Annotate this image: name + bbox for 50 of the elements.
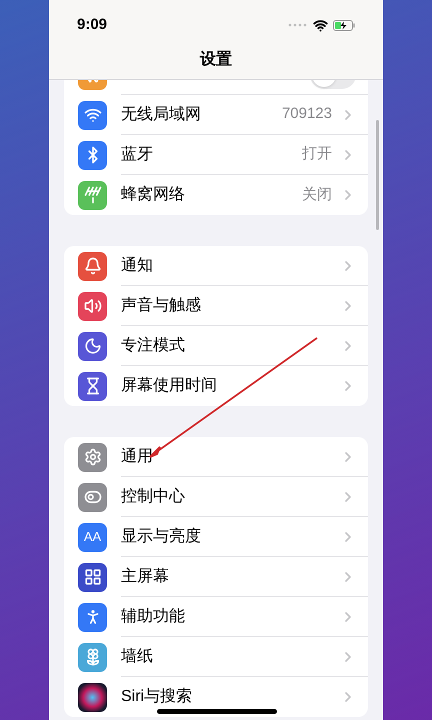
row-label: 屏幕使用时间 xyxy=(121,376,217,396)
settings-row[interactable]: 主屏幕 xyxy=(64,557,368,597)
row-label: 墙纸 xyxy=(121,646,153,666)
row-label: 显示与亮度 xyxy=(121,526,201,546)
settings-row[interactable]: 屏幕使用时间 xyxy=(64,366,368,406)
wifi-icon xyxy=(313,18,328,32)
bluetooth-icon xyxy=(78,140,107,170)
bell-icon xyxy=(78,252,107,280)
row-label: 辅助功能 xyxy=(121,606,185,626)
wifi-icon xyxy=(78,100,107,130)
settings-row[interactable]: AA 显示与亮度 xyxy=(64,517,368,557)
settings-row[interactable]: 声音与触感 xyxy=(64,286,368,326)
row-value: 打开 xyxy=(302,144,332,164)
settings-row[interactable]: 无线局域网 709123 xyxy=(64,95,368,135)
row-label: 主屏幕 xyxy=(121,566,169,586)
moon-icon xyxy=(78,332,107,360)
row-label: 蜂窝网络 xyxy=(121,184,185,205)
grid-icon xyxy=(78,562,107,592)
accessibility-icon xyxy=(78,602,107,632)
flower-icon xyxy=(78,642,107,672)
row-label: 通知 xyxy=(121,256,153,276)
hourglass-icon xyxy=(78,372,107,400)
settings-row[interactable]: 控制中心 xyxy=(64,477,368,517)
speaker-icon xyxy=(78,292,107,320)
status-time: 9:09 xyxy=(77,14,108,35)
settings-row[interactable]: Siri与搜索 xyxy=(64,677,368,717)
battery-icon xyxy=(333,20,355,30)
settings-row[interactable]: 墙纸 xyxy=(64,637,368,677)
settings-row[interactable]: 通用 xyxy=(64,437,368,477)
switches-icon xyxy=(78,482,107,512)
settings-icon xyxy=(78,442,107,472)
settings-row[interactable]: 专注模式 xyxy=(64,326,368,366)
row-label: 专注模式 xyxy=(121,336,185,356)
row-label: 无线局域网 xyxy=(121,104,201,124)
settings-row[interactable]: 蓝牙 打开 xyxy=(64,135,368,175)
row-label: Siri与搜索 xyxy=(121,686,192,707)
row-value: 709123 xyxy=(282,104,332,124)
row-label: 通用 xyxy=(121,446,153,466)
settings-row[interactable]: 辅助功能 xyxy=(64,597,368,637)
page-title: 设置 xyxy=(200,50,232,70)
antenna-icon xyxy=(78,180,107,210)
row-value: 关闭 xyxy=(302,184,332,205)
settings-row[interactable]: 蜂窝网络 关闭 xyxy=(64,175,368,215)
row-label: 声音与触感 xyxy=(121,296,201,316)
text-size-icon: AA xyxy=(78,522,107,552)
settings-row[interactable]: 通知 xyxy=(64,246,368,286)
orb-icon xyxy=(78,682,107,712)
row-label: 蓝牙 xyxy=(121,144,153,164)
signal-icon xyxy=(288,23,308,27)
row-label: 控制中心 xyxy=(121,486,185,506)
